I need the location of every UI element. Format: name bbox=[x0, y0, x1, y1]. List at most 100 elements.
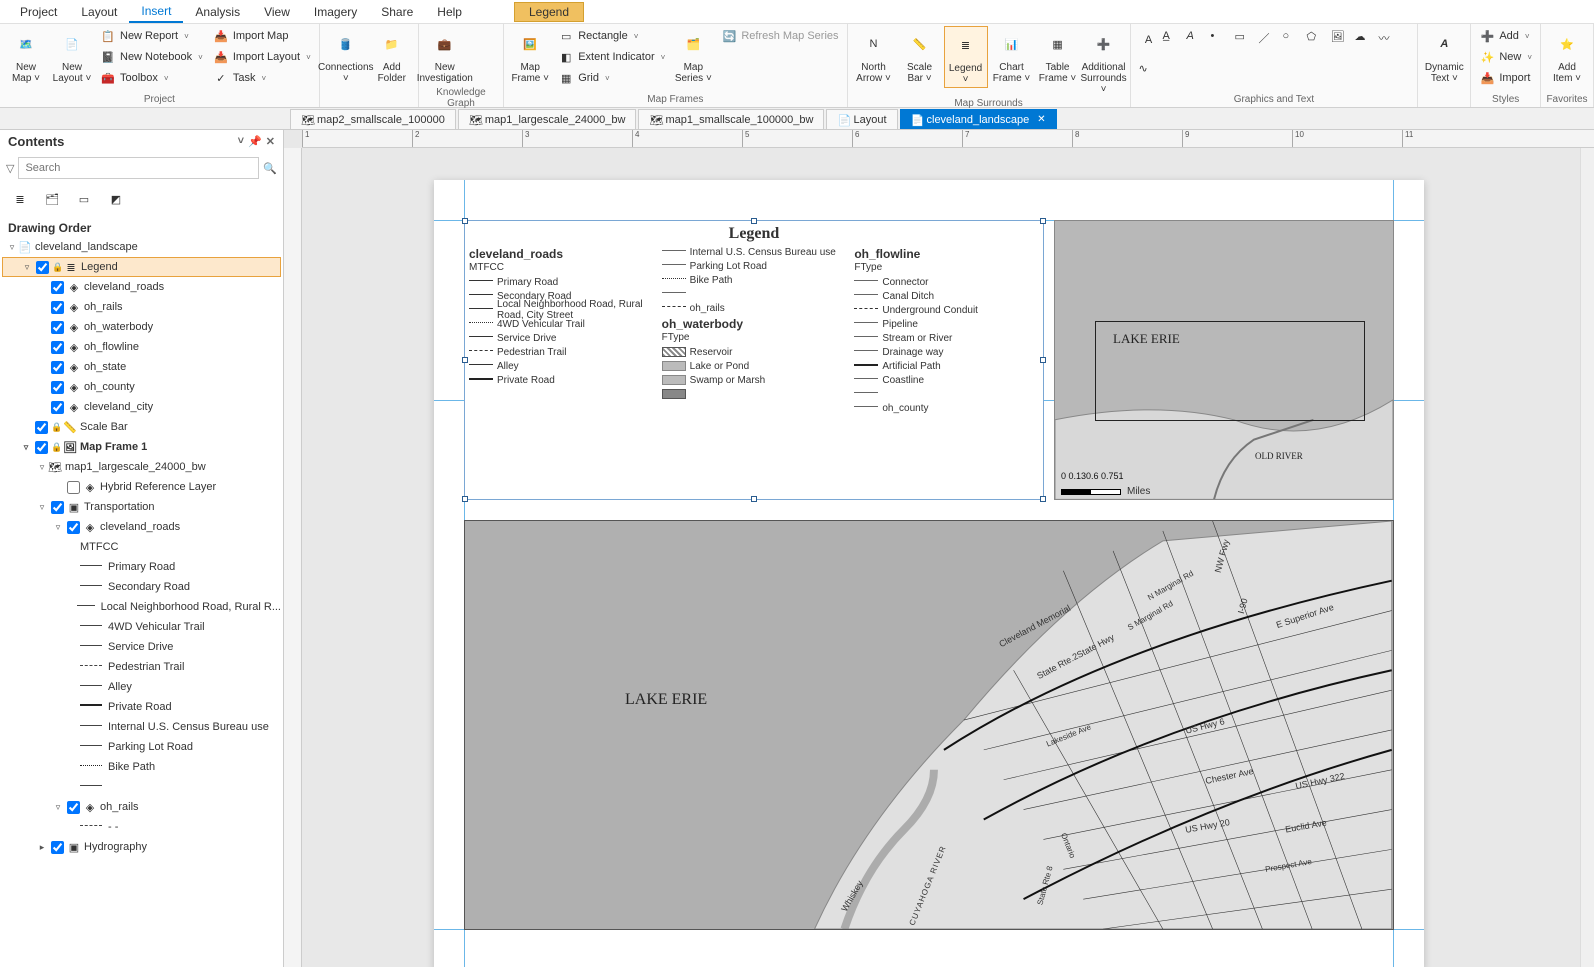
tree-row[interactable]: ▿🔒≣Legend bbox=[2, 257, 281, 277]
visibility-checkbox[interactable] bbox=[51, 841, 64, 854]
tree-row[interactable]: ▿🔒🖼Map Frame 1 bbox=[2, 437, 281, 457]
visibility-checkbox[interactable] bbox=[67, 801, 80, 814]
visibility-checkbox[interactable] bbox=[36, 261, 49, 274]
tab-map1-large[interactable]: 🗺map1_largescale_24000_bw bbox=[458, 109, 637, 129]
tree-row[interactable]: Primary Road bbox=[2, 557, 281, 577]
contents-tree[interactable]: ▿📄cleveland_landscape▿🔒≣Legend◈cleveland… bbox=[0, 237, 283, 967]
tree-row[interactable]: ◈cleveland_city bbox=[2, 397, 281, 417]
visibility-checkbox[interactable] bbox=[51, 501, 64, 514]
line-tool-icon[interactable]: ／ bbox=[1259, 30, 1279, 50]
lasso-tool-icon[interactable]: 〰 bbox=[1379, 30, 1399, 50]
menu-share[interactable]: Share bbox=[369, 2, 425, 22]
pin-icon[interactable]: 📌 bbox=[248, 135, 262, 148]
layout-page[interactable]: Legend cleveland_roadsMTFCCPrimary RoadS… bbox=[434, 180, 1424, 967]
straight-text-icon[interactable]: A̲ bbox=[1163, 30, 1183, 50]
tab-cleveland-landscape[interactable]: 📄cleveland_landscape✕ bbox=[900, 109, 1057, 129]
tree-row[interactable]: 4WD Vehicular Trail bbox=[2, 617, 281, 637]
tree-row[interactable]: ▸▣Hydrography bbox=[2, 837, 281, 857]
tree-row[interactable]: ◈oh_flowline bbox=[2, 337, 281, 357]
add-folder-button[interactable]: 📁Add Folder bbox=[370, 26, 414, 86]
tree-row[interactable]: Internal U.S. Census Bureau use bbox=[2, 717, 281, 737]
map-series-button[interactable]: 🗂️Map Series ˅ bbox=[671, 26, 715, 86]
map-frame-button[interactable]: 🖼️Map Frame ˅ bbox=[508, 26, 552, 86]
tree-row[interactable]: Service Drive bbox=[2, 637, 281, 657]
tree-row[interactable]: ▿◈oh_rails bbox=[2, 797, 281, 817]
menu-project[interactable]: Project bbox=[8, 2, 69, 22]
legend-button[interactable]: ≣Legend ˅ bbox=[944, 26, 988, 88]
visibility-checkbox[interactable] bbox=[51, 381, 64, 394]
close-icon[interactable]: ✕ bbox=[1037, 114, 1045, 125]
north-arrow-button[interactable]: NNorth Arrow ˅ bbox=[852, 26, 896, 86]
tree-row[interactable] bbox=[2, 777, 281, 797]
text-tool-icon[interactable]: A bbox=[1139, 30, 1159, 50]
chart-frame-button[interactable]: 📊Chart Frame ˅ bbox=[990, 26, 1034, 86]
tree-row[interactable]: Local Neighborhood Road, Rural R... bbox=[2, 597, 281, 617]
new-map-button[interactable]: 🗺️New Map ˅ bbox=[4, 26, 48, 86]
visibility-checkbox[interactable] bbox=[51, 401, 64, 414]
visibility-checkbox[interactable] bbox=[51, 341, 64, 354]
new-style-button[interactable]: ✨New˅ bbox=[1475, 47, 1536, 67]
menu-insert[interactable]: Insert bbox=[129, 1, 183, 23]
inset-map-frame[interactable]: LAKE ERIE OLD RIVER 0 0.130.6 0.751 Mile… bbox=[1054, 220, 1394, 500]
cloud-tool-icon[interactable]: ☁ bbox=[1355, 30, 1375, 50]
additional-surrounds-button[interactable]: ➕Additional Surrounds ˅ bbox=[1082, 26, 1126, 97]
new-layout-button[interactable]: 📄New Layout ˅ bbox=[50, 26, 94, 86]
new-notebook-button[interactable]: 📓New Notebook˅ bbox=[96, 47, 207, 67]
legend-element[interactable]: Legend cleveland_roadsMTFCCPrimary RoadS… bbox=[464, 220, 1044, 500]
extent-indicator-button[interactable]: ◧Extent Indicator˅ bbox=[554, 47, 669, 67]
tree-row[interactable]: ▿🗺map1_largescale_24000_bw bbox=[2, 457, 281, 477]
tree-row[interactable]: ▿◈cleveland_roads bbox=[2, 517, 281, 537]
add-item-button[interactable]: ⭐Add Item ˅ bbox=[1545, 26, 1589, 86]
tree-row[interactable]: Parking Lot Road bbox=[2, 737, 281, 757]
tree-row[interactable]: ▿📄cleveland_landscape bbox=[2, 237, 281, 257]
visibility-checkbox[interactable] bbox=[51, 281, 64, 294]
refresh-map-series-button[interactable]: 🔄Refresh Map Series bbox=[717, 26, 842, 46]
main-map-frame[interactable]: LAKE ERIE Cleveland Memorial State Rte.2… bbox=[464, 520, 1394, 930]
grid-button[interactable]: ▦Grid˅ bbox=[554, 68, 669, 88]
menu-view[interactable]: View bbox=[252, 2, 302, 22]
table-frame-button[interactable]: ▦Table Frame ˅ bbox=[1036, 26, 1080, 86]
tree-row[interactable]: Pedestrian Trail bbox=[2, 657, 281, 677]
rectangle-button[interactable]: ▭Rectangle˅ bbox=[554, 26, 669, 46]
add-style-button[interactable]: ➕Add˅ bbox=[1475, 26, 1536, 46]
visibility-checkbox[interactable] bbox=[35, 421, 48, 434]
dropdown-icon[interactable]: ˅ bbox=[238, 135, 244, 148]
tree-row[interactable]: ◈Hybrid Reference Layer bbox=[2, 477, 281, 497]
tree-row[interactable]: ◈oh_state bbox=[2, 357, 281, 377]
tree-row[interactable]: Private Road bbox=[2, 697, 281, 717]
tree-row[interactable]: MTFCC bbox=[2, 537, 281, 557]
list-by-drawing-order-icon[interactable]: ≣ bbox=[8, 187, 32, 211]
tab-layout[interactable]: 📄Layout bbox=[826, 109, 897, 129]
tree-row[interactable]: ◈cleveland_roads bbox=[2, 277, 281, 297]
menu-analysis[interactable]: Analysis bbox=[183, 2, 252, 22]
polygon-tool-icon[interactable]: ⬠ bbox=[1307, 30, 1327, 50]
context-tab-legend[interactable]: Legend bbox=[514, 2, 584, 22]
new-report-button[interactable]: 📋New Report˅ bbox=[96, 26, 207, 46]
visibility-checkbox[interactable] bbox=[67, 521, 80, 534]
import-map-button[interactable]: 📥Import Map bbox=[209, 26, 315, 46]
menu-layout[interactable]: Layout bbox=[69, 2, 129, 22]
tree-row[interactable]: Secondary Road bbox=[2, 577, 281, 597]
scale-bar-button[interactable]: 📏Scale Bar ˅ bbox=[898, 26, 942, 86]
search-icon[interactable]: 🔍 bbox=[263, 162, 277, 175]
search-input[interactable] bbox=[18, 157, 259, 179]
list-by-source-icon[interactable]: 🗂 bbox=[40, 187, 64, 211]
visibility-checkbox[interactable] bbox=[67, 481, 80, 494]
tab-map1-small[interactable]: 🗺map1_smallscale_100000_bw bbox=[638, 109, 824, 129]
tree-row[interactable]: ◈oh_rails bbox=[2, 297, 281, 317]
menu-imagery[interactable]: Imagery bbox=[302, 2, 369, 22]
curved-text-icon[interactable]: A bbox=[1187, 30, 1207, 50]
visibility-checkbox[interactable] bbox=[51, 301, 64, 314]
tree-row[interactable]: ◈oh_county bbox=[2, 377, 281, 397]
point-tool-icon[interactable]: • bbox=[1211, 30, 1231, 50]
new-investigation-button[interactable]: 💼New Investigation bbox=[423, 26, 467, 86]
filter-icon[interactable]: ▽ bbox=[6, 162, 14, 175]
rectangle-tool-icon[interactable]: ▭ bbox=[1235, 30, 1255, 50]
visibility-checkbox[interactable] bbox=[51, 321, 64, 334]
list-by-element-icon[interactable]: ▭ bbox=[72, 187, 96, 211]
visibility-checkbox[interactable] bbox=[51, 361, 64, 374]
circle-tool-icon[interactable]: ○ bbox=[1283, 30, 1303, 50]
tree-row[interactable]: Bike Path bbox=[2, 757, 281, 777]
picture-tool-icon[interactable]: 🖼 bbox=[1331, 30, 1351, 50]
list-by-selection-icon[interactable]: ◩ bbox=[104, 187, 128, 211]
